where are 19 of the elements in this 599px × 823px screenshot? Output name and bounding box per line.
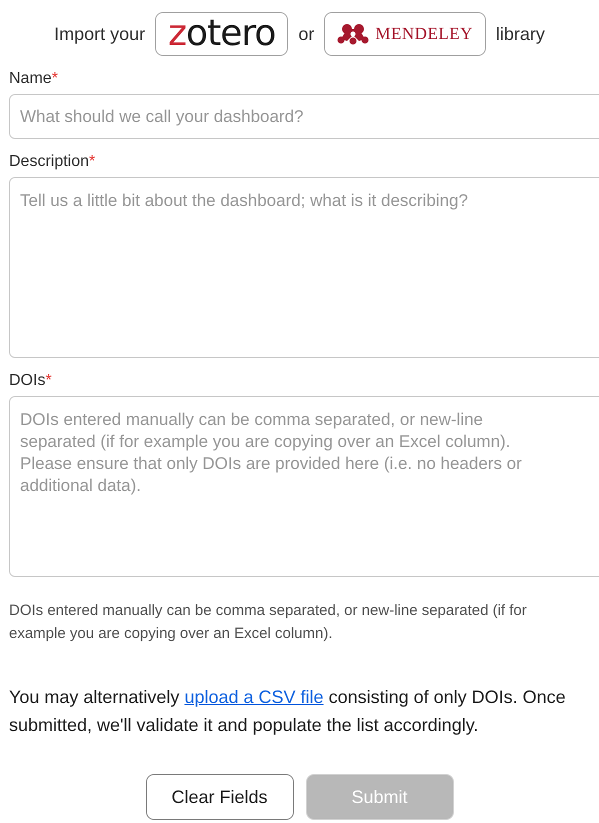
text-area[interactable]: DOIs entered manually can be comma separated, or new-line separated (if for example you are copying over an Excel column). Please ensure that only DOIs are provided here (i.e. no headers or additional data). [9, 396, 599, 577]
input-field[interactable]: What should we call your dashboard? [9, 94, 599, 139]
import-label: Import your [54, 24, 146, 44]
help-text: DOIs entered manually can be comma separated, or new-line separated (if for example you are copying over an Excel column). [9, 601, 528, 644]
network-logo-icon [337, 23, 370, 45]
upload-note: You may alternatively upload a CSV file consisting of only DOIs. Once submitted, we'll validate it and populate the list accordingly. [9, 686, 567, 737]
field-label: DOIs [9, 372, 46, 390]
upload-link[interactable]: upload a CSV file [184, 687, 324, 707]
field-label: Description [9, 153, 90, 171]
or-label: or [298, 24, 314, 44]
mendeley-import-button[interactable]: MENDELEY [324, 12, 486, 56]
required-marker: * [89, 153, 96, 171]
text-area[interactable]: Tell us a little bit about the dashboard; what is it describing? [9, 177, 599, 358]
zotero-import-button[interactable]: zotero [155, 12, 288, 56]
required-marker: * [45, 372, 52, 390]
clear-button[interactable]: Clear Fields [146, 774, 294, 820]
field-label: Name [9, 70, 52, 88]
library-label: library [496, 24, 545, 44]
required-marker: * [52, 70, 58, 88]
